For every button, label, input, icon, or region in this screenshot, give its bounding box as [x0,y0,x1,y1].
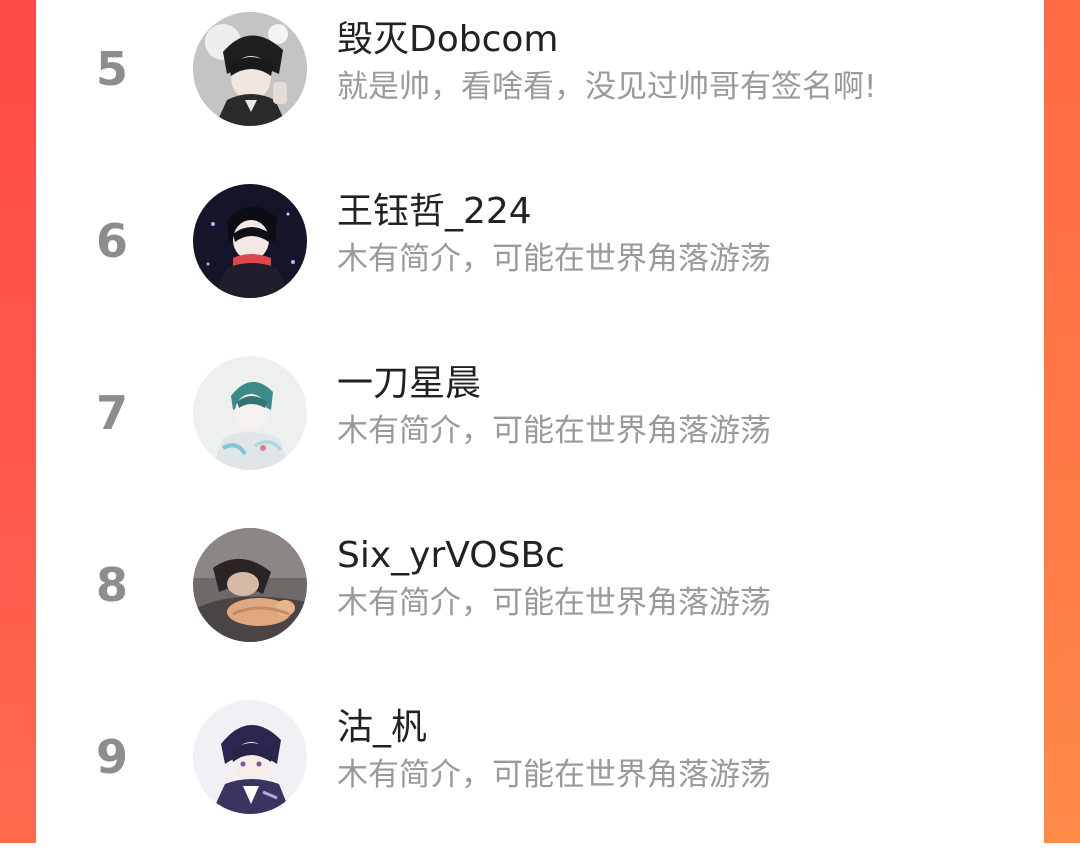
person-with-cat-avatar-icon [193,528,307,642]
user-name: 沽_杋 [337,707,428,748]
sketch-boy-avatar-icon [193,356,307,470]
user-avatar[interactable] [193,356,307,470]
rank-number: 8 [95,558,128,612]
user-avatar[interactable] [193,12,307,126]
anime-boy-purple-avatar-icon [193,700,307,814]
rank-number: 9 [95,730,128,784]
user-name: 王钰哲_224 [337,191,532,232]
ranking-row[interactable]: 8 Six_yrVOSBc 木有简介，可能在世界角落游荡 [36,516,1044,688]
user-bio: 木有简介，可能在世界角落游荡 [337,241,771,277]
user-name: 一刀星晨 [337,363,482,404]
anime-boy-scarf-avatar-icon [193,184,307,298]
anime-boy-avatar-icon [193,12,307,126]
right-accent-border [1044,0,1080,843]
user-avatar[interactable] [193,528,307,642]
ranking-row[interactable]: 9 沽_杋 木有简介，可能在世界角落游荡 [36,688,1044,860]
user-bio: 就是帅，看啥看，没见过帅哥有签名啊! [337,69,877,105]
rank-number: 6 [95,214,128,268]
left-accent-border [0,0,36,843]
user-avatar[interactable] [193,700,307,814]
rank-number: 7 [95,386,128,440]
user-name: 毁灭Dobcom [337,19,559,60]
user-bio: 木有简介，可能在世界角落游荡 [337,757,771,793]
ranking-row[interactable]: 5 毁灭Dobcom 就是帅，看啥看，没见过帅哥有签名啊! [36,0,1044,172]
ranking-row[interactable]: 7 一刀星晨 木有简介，可能在世界角落游荡 [36,344,1044,516]
user-avatar[interactable] [193,184,307,298]
ranking-row[interactable]: 6 王钰哲_224 木有简介，可能在世界角落游荡 [36,172,1044,344]
rank-number: 5 [95,42,128,96]
user-bio: 木有简介，可能在世界角落游荡 [337,413,771,449]
user-name: Six_yrVOSBc [337,535,565,576]
ranking-list: 5 毁灭Dobcom 就是帅，看啥看，没见过帅哥有签名啊! 6 王钰哲_224 … [36,0,1044,843]
user-bio: 木有简介，可能在世界角落游荡 [337,585,771,621]
